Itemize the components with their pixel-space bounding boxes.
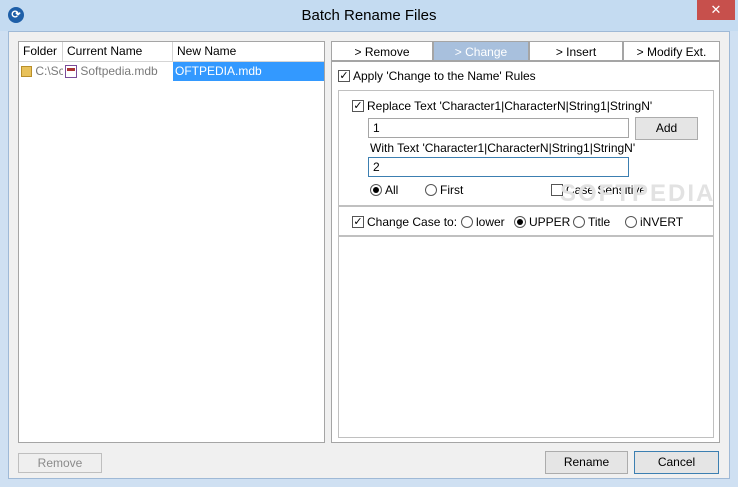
tab-modify-ext[interactable]: > Modify Ext.	[623, 41, 720, 61]
first-label: First	[440, 183, 464, 197]
watermark: SOFTPEDIA	[560, 180, 716, 207]
all-label: All	[385, 183, 399, 197]
current-name-value: Softpedia.mdb	[80, 64, 158, 78]
title-radio[interactable]	[573, 216, 585, 228]
lower-radio[interactable]	[461, 216, 473, 228]
upper-label: UPPER	[529, 215, 571, 229]
change-case-checkbox[interactable]: ✓	[352, 216, 364, 228]
invert-label: iNVERT	[640, 215, 684, 229]
remove-button[interactable]: Remove	[18, 453, 102, 473]
column-current-name[interactable]: Current Name	[63, 42, 173, 61]
window-title: Batch Rename Files	[301, 7, 437, 24]
add-button[interactable]: Add	[635, 117, 698, 140]
table-row[interactable]: C:\Sc Softpedia.mdb OFTPEDIA.mdb	[19, 62, 324, 81]
title-label: Title	[588, 215, 611, 229]
current-name-cell: Softpedia.mdb	[65, 62, 173, 81]
tab-insert[interactable]: > Insert	[529, 41, 623, 61]
tab-remove[interactable]: > Remove	[331, 41, 433, 61]
file-list[interactable]: Folder Current Name New Name C:\Sc Softp…	[18, 41, 325, 443]
apply-rules-label: Apply 'Change to the Name' Rules	[353, 69, 536, 83]
change-case-label: Change Case to:	[367, 215, 458, 229]
folder-cell: C:\Sc	[21, 62, 63, 81]
folder-icon	[21, 66, 32, 78]
file-icon	[65, 65, 77, 79]
invert-radio[interactable]	[625, 216, 637, 228]
column-folder[interactable]: Folder	[19, 42, 63, 61]
folder-value: C:\Sc	[35, 64, 63, 78]
first-radio[interactable]	[425, 184, 437, 196]
replace-text-checkbox[interactable]: ✓	[352, 100, 364, 112]
tab-strip: > Remove > Change > Insert > Modify Ext.	[331, 41, 720, 61]
close-button[interactable]: ✕	[697, 0, 735, 20]
lower-label: lower	[476, 215, 505, 229]
all-radio[interactable]	[370, 184, 382, 196]
new-name-cell: OFTPEDIA.mdb	[173, 62, 324, 81]
column-new-name[interactable]: New Name	[173, 42, 324, 61]
with-text-label: With Text 'Character1|CharacterN|String1…	[370, 141, 636, 155]
replace-text-label: Replace Text 'Character1|CharacterN|Stri…	[367, 99, 653, 113]
change-panel: ✓ Apply 'Change to the Name' Rules ✓ Rep…	[331, 61, 720, 443]
tab-change[interactable]: > Change	[433, 41, 529, 61]
rename-button[interactable]: Rename	[545, 451, 628, 474]
apply-rules-checkbox[interactable]: ✓	[338, 70, 350, 82]
cancel-button[interactable]: Cancel	[634, 451, 719, 474]
with-text-input[interactable]: 2	[368, 157, 629, 177]
list-header: Folder Current Name New Name	[19, 42, 324, 62]
replace-text-input[interactable]: 1	[368, 118, 629, 138]
empty-group	[338, 236, 714, 438]
upper-radio[interactable]	[514, 216, 526, 228]
